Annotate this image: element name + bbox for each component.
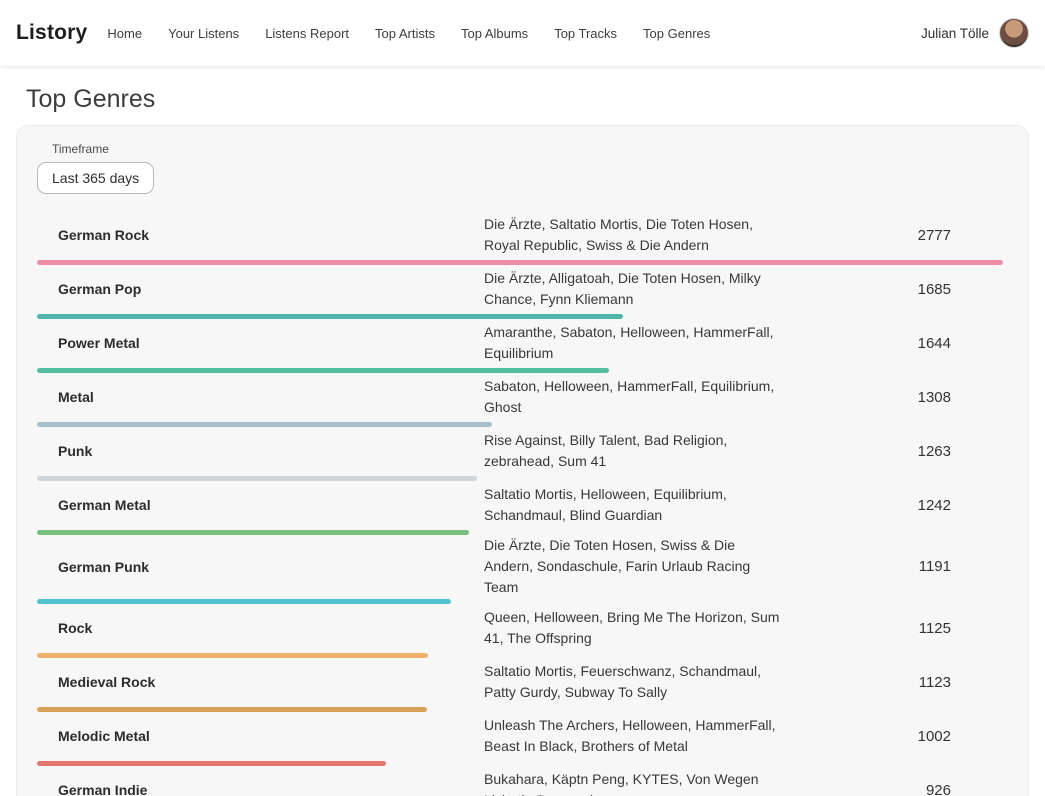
genre-row[interactable]: MetalSabaton, Helloween, HammerFall, Equ…: [37, 373, 1003, 427]
genre-artists: Die Ärzte, Alligatoah, Die Toten Hosen, …: [484, 268, 784, 310]
app-logo[interactable]: Listory: [16, 21, 87, 45]
nav-item-top-artists[interactable]: Top Artists: [375, 26, 435, 41]
genre-count: 1125: [784, 620, 1003, 637]
genre-artists: Amaranthe, Sabaton, Helloween, HammerFal…: [484, 322, 784, 364]
genre-artists: Bukahara, Käptn Peng, KYTES, Von Wegen L…: [484, 769, 784, 796]
genre-artists: Unleash The Archers, Helloween, HammerFa…: [484, 715, 784, 757]
genre-count: 1242: [784, 497, 1003, 514]
genre-name: Punk: [37, 443, 484, 459]
genre-count: 2777: [784, 227, 1003, 244]
genre-name: German Indie: [37, 782, 484, 796]
genre-name: Metal: [37, 389, 484, 405]
genre-row[interactable]: Power MetalAmaranthe, Sabaton, Helloween…: [37, 319, 1003, 373]
genre-count: 1644: [784, 335, 1003, 352]
genre-name: Melodic Metal: [37, 728, 484, 744]
genre-name: German Punk: [37, 559, 484, 575]
genre-list: German RockDie Ärzte, Saltatio Mortis, D…: [37, 211, 1003, 796]
user-name: Julian Tölle: [921, 26, 989, 41]
genre-row[interactable]: German PunkDie Ärzte, Die Toten Hosen, S…: [37, 535, 1003, 604]
top-navbar: Listory Home Your Listens Listens Report To…: [0, 0, 1045, 66]
genre-artists: Rise Against, Billy Talent, Bad Religion…: [484, 430, 784, 472]
genres-card: Timeframe Last 365 days German RockDie Ä…: [16, 125, 1029, 796]
genre-row[interactable]: German RockDie Ärzte, Saltatio Mortis, D…: [37, 211, 1003, 265]
genre-name: German Metal: [37, 497, 484, 513]
genre-artists: Die Ärzte, Die Toten Hosen, Swiss & Die …: [484, 535, 784, 598]
genre-row[interactable]: PunkRise Against, Billy Talent, Bad Reli…: [37, 427, 1003, 481]
genre-count: 1123: [784, 674, 1003, 691]
nav-item-home[interactable]: Home: [107, 26, 142, 41]
genre-count: 1263: [784, 443, 1003, 460]
user-area: Julian Tölle: [921, 18, 1029, 48]
genre-name: Medieval Rock: [37, 674, 484, 690]
main-nav: Home Your Listens Listens Report Top Artist…: [107, 26, 921, 41]
genre-row[interactable]: RockQueen, Helloween, Bring Me The Horiz…: [37, 604, 1003, 658]
page-title: Top Genres: [26, 85, 1045, 114]
timeframe-label: Timeframe: [52, 142, 1003, 156]
genre-row[interactable]: German PopDie Ärzte, Alligatoah, Die Tot…: [37, 265, 1003, 319]
nav-item-top-tracks[interactable]: Top Tracks: [554, 26, 617, 41]
main-content: Top Genres Timeframe Last 365 days Germa…: [0, 85, 1045, 796]
genre-artists: Queen, Helloween, Bring Me The Horizon, …: [484, 607, 784, 649]
genre-count: 1191: [784, 558, 1003, 575]
nav-item-top-genres[interactable]: Top Genres: [643, 26, 710, 41]
genre-artists: Sabaton, Helloween, HammerFall, Equilibr…: [484, 376, 784, 418]
nav-item-your-listens[interactable]: Your Listens: [168, 26, 239, 41]
genre-name: German Pop: [37, 281, 484, 297]
genre-artists: Die Ärzte, Saltatio Mortis, Die Toten Ho…: [484, 214, 784, 256]
genre-count: 1685: [784, 281, 1003, 298]
genre-count: 1002: [784, 728, 1003, 745]
genre-artists: Saltatio Mortis, Feuerschwanz, Schandmau…: [484, 661, 784, 703]
genre-row[interactable]: German MetalSaltatio Mortis, Helloween, …: [37, 481, 1003, 535]
genre-row[interactable]: Melodic MetalUnleash The Archers, Hellow…: [37, 712, 1003, 766]
timeframe-select[interactable]: Last 365 days: [37, 162, 154, 194]
avatar[interactable]: [999, 18, 1029, 48]
genre-row[interactable]: German IndieBukahara, Käptn Peng, KYTES,…: [37, 766, 1003, 796]
genre-count: 926: [784, 782, 1003, 796]
genre-name: German Rock: [37, 227, 484, 243]
genre-artists: Saltatio Mortis, Helloween, Equilibrium,…: [484, 484, 784, 526]
genre-name: Rock: [37, 620, 484, 636]
nav-item-top-albums[interactable]: Top Albums: [461, 26, 528, 41]
nav-item-listens-report[interactable]: Listens Report: [265, 26, 349, 41]
genre-name: Power Metal: [37, 335, 484, 351]
genre-count: 1308: [784, 389, 1003, 406]
genre-row[interactable]: Medieval RockSaltatio Mortis, Feuerschwa…: [37, 658, 1003, 712]
